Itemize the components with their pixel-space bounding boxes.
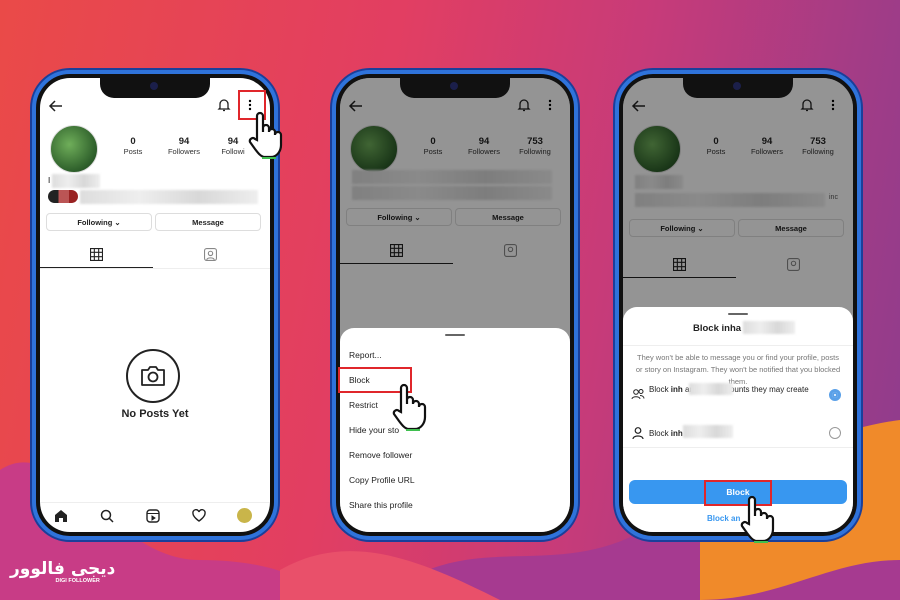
people-icon [631, 389, 645, 400]
profile-name-initial: I [48, 176, 51, 185]
notch [683, 78, 793, 98]
home-icon[interactable] [54, 509, 68, 523]
menu-item-remove-follower[interactable]: Remove follower [349, 450, 412, 460]
tagged-icon[interactable] [204, 248, 217, 261]
no-posts-text: No Posts Yet [121, 408, 189, 420]
divider [40, 268, 270, 269]
option-block-new-accounts[interactable]: Block inh and new accounts they may crea… [649, 383, 817, 396]
dialog-divider [623, 345, 853, 346]
notch [100, 78, 210, 98]
followers-stat[interactable]: 94 Followers [159, 136, 209, 156]
blurred-username [683, 425, 733, 438]
option-block-only[interactable]: Block inh [649, 427, 683, 440]
radio-block-only[interactable] [829, 427, 841, 439]
blurred-name [52, 174, 100, 188]
hand-pointer-icon [248, 111, 283, 159]
hand-pointer-icon [740, 495, 775, 543]
dialog-divider [623, 447, 853, 448]
posts-stat: 0 Posts [123, 136, 143, 156]
reels-icon[interactable] [146, 509, 160, 523]
menu-item-share-profile[interactable]: Share this profile [349, 500, 413, 510]
person-icon [632, 427, 644, 440]
block-and-report-link[interactable]: Block an [707, 514, 740, 523]
back-arrow-icon[interactable] [48, 98, 64, 114]
hand-pointer-icon [392, 383, 427, 431]
brand-logo: دیجی فالوور DIGI FOLLOWER [10, 560, 115, 584]
menu-screen: 0 Posts 94 Followers 753 Following Followin… [340, 78, 570, 532]
bell-icon[interactable] [216, 97, 232, 113]
radio-block-new-accounts[interactable] [829, 389, 841, 401]
search-icon[interactable] [100, 509, 114, 523]
blurred-mutuals [80, 190, 258, 204]
options-sheet: Report... Block Restrict Hide your sto R… [340, 328, 570, 532]
camera-icon [126, 349, 180, 403]
profile-screen: 0 Posts 94 Followers 94 Followi I Following… [40, 78, 270, 532]
menu-item-copy-url[interactable]: Copy Profile URL [349, 475, 415, 485]
profile-icon[interactable] [237, 508, 252, 523]
block-screen: 0 Posts 94 Followers 753 Following inc Foll… [623, 78, 853, 532]
following-button[interactable]: Following ⌄ [46, 213, 152, 231]
avatar[interactable] [50, 125, 98, 173]
grid-icon[interactable] [90, 248, 103, 261]
bottom-nav [40, 502, 270, 532]
notch [400, 78, 510, 98]
logo-text: دیجی فالوور [10, 559, 116, 579]
phone-block-dialog: 0 Posts 94 Followers 753 Following inc Foll… [615, 70, 861, 540]
heart-icon[interactable] [192, 509, 206, 523]
dialog-title: Block inha [693, 323, 742, 334]
sheet-handle[interactable] [728, 313, 748, 315]
blurred-username [689, 383, 733, 395]
message-button[interactable]: Message [155, 213, 261, 231]
phone-menu: 0 Posts 94 Followers 753 Following Followin… [332, 70, 578, 540]
phone-profile: 0 Posts 94 Followers 94 Followi I Following… [32, 70, 278, 540]
blurred-username [743, 321, 795, 334]
menu-item-restrict[interactable]: Restrict [349, 400, 378, 410]
mutual-avatars [48, 190, 78, 203]
menu-item-report[interactable]: Report... [349, 350, 382, 360]
sheet-handle[interactable] [445, 334, 465, 336]
